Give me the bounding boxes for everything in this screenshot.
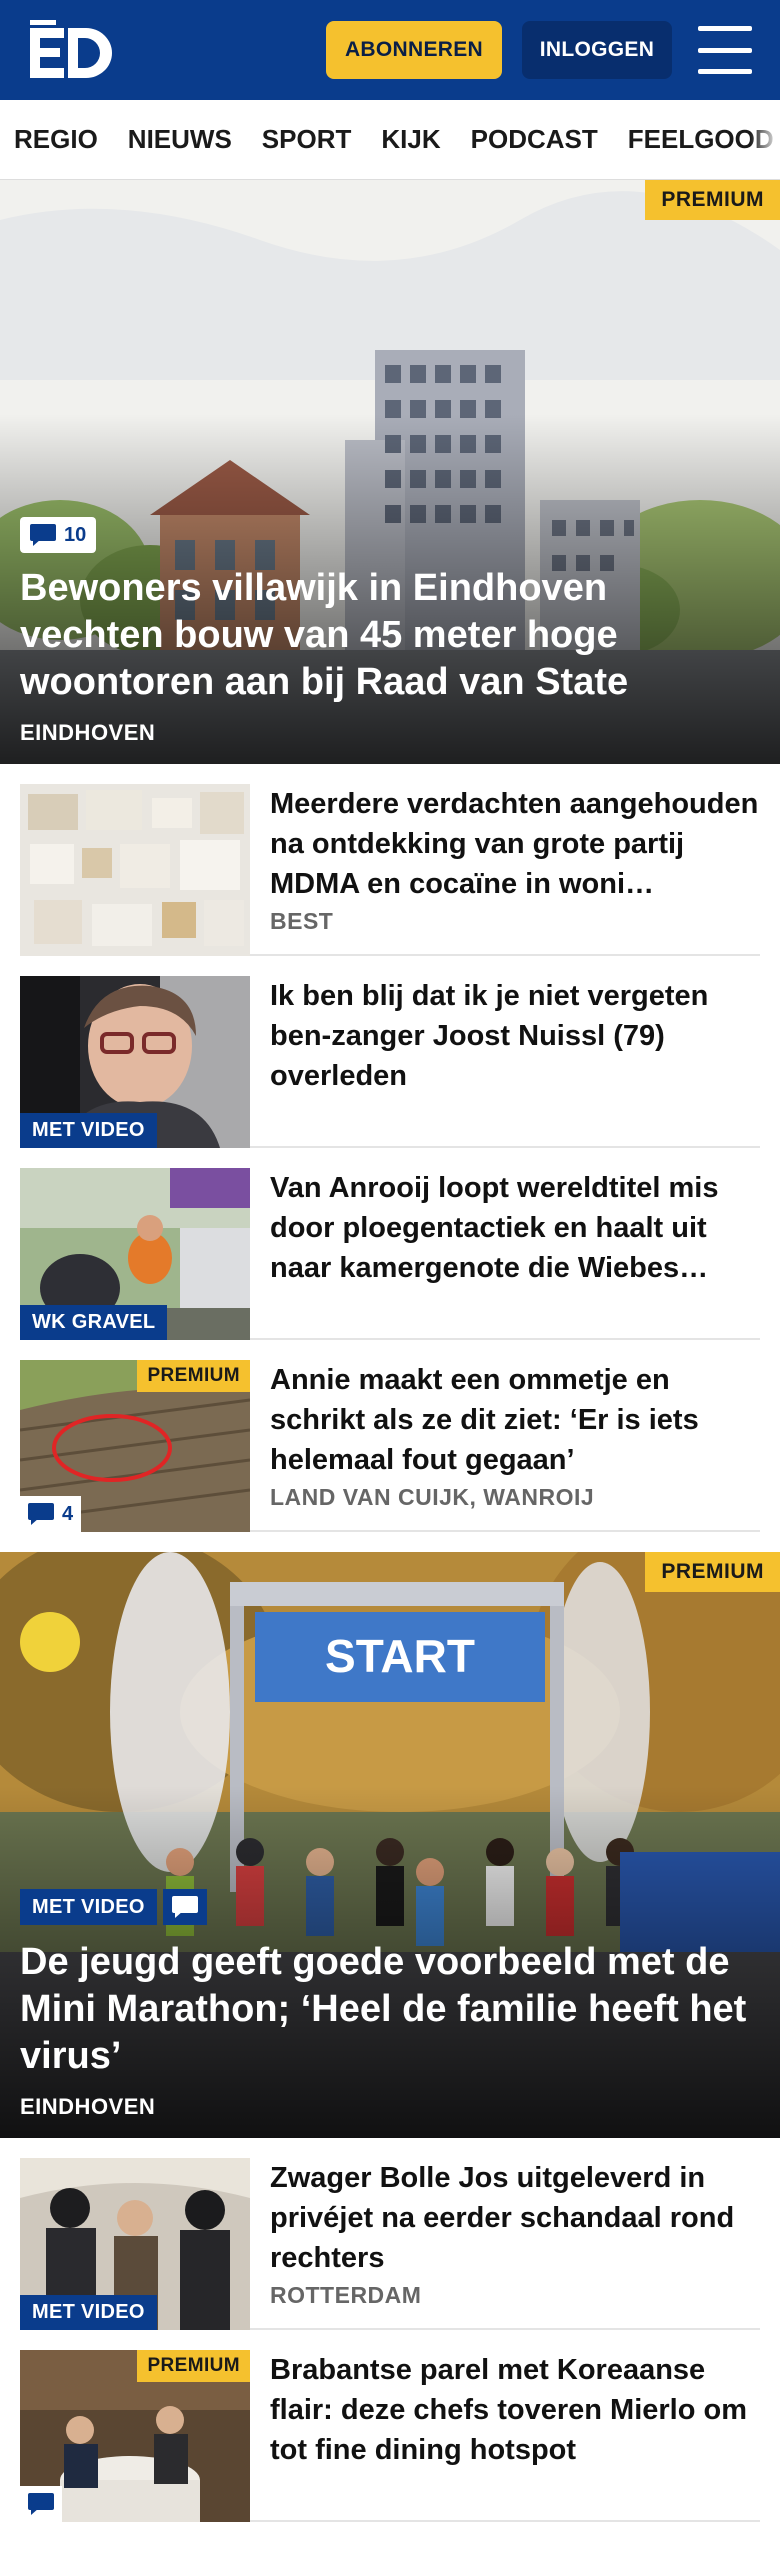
comment-count-chip[interactable]: 10 — [20, 517, 97, 553]
article-thumbnail: WK GRAVEL — [20, 1168, 250, 1340]
hero-title[interactable]: Bewoners villawijk in Eindhoven vechten … — [20, 565, 760, 706]
comment-icon — [171, 1896, 198, 1918]
video-label: MET VIDEO — [20, 2295, 157, 2330]
article-thumbnail: MET VIDEO — [20, 2158, 250, 2330]
article-location: BEST — [270, 908, 334, 934]
nav-item-regio[interactable]: REGIO — [14, 124, 98, 155]
nav-item-podcast[interactable]: PODCAST — [471, 124, 598, 155]
comment-icon — [28, 2493, 54, 2515]
comment-count: 10 — [64, 523, 87, 546]
premium-badge: PREMIUM — [645, 180, 780, 220]
video-label: MET VIDEO — [20, 1889, 157, 1925]
hero-location: EINDHOVEN — [20, 2094, 156, 2119]
comment-count: 4 — [62, 1502, 74, 1525]
hero-text: 10 Bewoners villawijk in Eindhoven vecht… — [20, 517, 760, 746]
premium-badge: PREMIUM — [137, 1360, 250, 1392]
nav-item-nieuws[interactable]: NIEUWS — [128, 124, 232, 155]
list-item[interactable]: Meerdere verdachten aangehou­den na ontd… — [20, 764, 760, 956]
hero-article-1[interactable]: PREMIUM 10 Bewoners villawijk in Eindhov… — [0, 180, 780, 764]
article-location: ROTTERDAM — [270, 2282, 422, 2308]
nav-item-kijk[interactable]: KIJK — [381, 124, 440, 155]
comment-chip[interactable] — [20, 2486, 62, 2522]
hero-text: MET VIDEO De jeugd geeft goede voorbeeld… — [20, 1889, 760, 2120]
article-title[interactable]: Meerdere verdachten aangehou­den na ontd… — [270, 784, 760, 904]
comment-icon — [30, 524, 56, 546]
list-item[interactable]: MET VIDEO Zwager Bolle Jos uitgeleverd i… — [20, 2138, 760, 2330]
article-thumbnail: MET VIDEO — [20, 976, 250, 1148]
start-banner-text: START — [325, 1630, 475, 1682]
list-item[interactable]: PREMIUM Brabantse parel met Koreaanse fl… — [20, 2330, 760, 2522]
article-list-2: MET VIDEO Zwager Bolle Jos uitgeleverd i… — [0, 2138, 780, 2522]
category-label: WK GRAVEL — [20, 1305, 168, 1340]
article-title[interactable]: Brabantse parel met Koreaanse flair: dez… — [270, 2350, 760, 2470]
drugs-image — [20, 784, 250, 956]
article-title[interactable]: Annie maakt een ommetje en schrikt als z… — [270, 1360, 760, 1480]
premium-badge: PREMIUM — [645, 1552, 780, 1592]
section-nav: REGIO NIEUWS SPORT KIJK PODCAST FEELGOOD… — [0, 100, 780, 180]
login-button[interactable]: INLOGGEN — [522, 21, 672, 79]
list-item[interactable]: PREMIUM 4 Annie maakt een ommetje en sch… — [20, 1340, 760, 1532]
article-thumbnail — [20, 784, 250, 956]
hero-title[interactable]: De jeugd geeft goede voorbeeld met de Mi… — [20, 1939, 760, 2080]
comment-chip[interactable] — [162, 1889, 207, 1925]
nav-fade — [750, 100, 780, 179]
article-thumbnail: PREMIUM 4 — [20, 1360, 250, 1532]
comment-count-chip[interactable]: 4 — [20, 1496, 82, 1532]
video-label: MET VIDEO — [20, 1113, 157, 1148]
site-header: ABONNEREN INLOGGEN — [0, 0, 780, 100]
ed-logo[interactable] — [28, 18, 114, 82]
list-item[interactable]: WK GRAVEL Van Anrooij loopt wereldtitel … — [20, 1148, 760, 1340]
hero-article-2[interactable]: START PREMIUM MET VIDEO De jeugd geeft g… — [0, 1552, 780, 2138]
hero-chip-row: MET VIDEO — [20, 1889, 760, 1925]
hamburger-icon[interactable] — [698, 26, 752, 74]
article-title[interactable]: Van Anrooij loopt wereldtitel mis door p… — [270, 1168, 760, 1288]
nav-item-sport[interactable]: SPORT — [262, 124, 352, 155]
subscribe-button[interactable]: ABONNEREN — [326, 21, 502, 79]
article-title[interactable]: Ik ben blij dat ik je niet vergeten ben-… — [270, 976, 760, 1096]
article-location: LAND VAN CUIJK, WANROIJ — [270, 1484, 595, 1510]
comment-icon — [28, 1503, 54, 1525]
list-item[interactable]: MET VIDEO Ik ben blij dat ik je niet ver… — [20, 956, 760, 1148]
premium-badge: PREMIUM — [137, 2350, 250, 2382]
hero-location: EINDHOVEN — [20, 720, 156, 745]
article-thumbnail: PREMIUM — [20, 2350, 250, 2522]
article-list-1: Meerdere verdachten aangehou­den na ontd… — [0, 764, 780, 1532]
article-title[interactable]: Zwager Bolle Jos uitgeleverd in privéjet… — [270, 2158, 760, 2278]
